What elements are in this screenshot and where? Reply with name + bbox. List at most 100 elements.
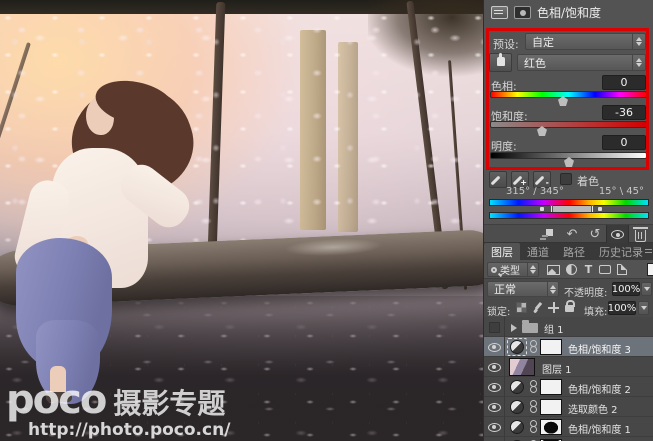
layer-name: 色相/饱和度 1	[568, 425, 631, 436]
expand-triangle-icon[interactable]	[511, 324, 517, 332]
eye-icon	[487, 402, 501, 412]
hue-slider[interactable]	[490, 91, 647, 98]
filter-kind-label: 类型	[500, 266, 520, 277]
layer-row-layer-1[interactable]: 图层 1	[484, 357, 653, 377]
visibility-well[interactable]	[484, 397, 505, 417]
stepper-icon	[632, 34, 645, 49]
filter-shape-layers-button[interactable]	[597, 263, 612, 276]
tab-layers[interactable]: 图层	[484, 243, 520, 260]
hue-value-input[interactable]: 0	[602, 75, 646, 90]
layer-list: 组 1 色相/饱和度 3 图层 1 色相/饱和度 2 选取颜色 2 色相/饱和度…	[484, 317, 653, 441]
visibility-well[interactable]	[484, 317, 505, 337]
toggle-visibility-button[interactable]	[606, 225, 629, 244]
layer-name: 选取颜色 2	[568, 405, 618, 416]
link-icon	[529, 340, 537, 354]
photoshop-workspace: poco 摄影专题 http://photo.poco.cn/ 色相/饱和度 预…	[0, 0, 653, 441]
filter-pixel-layers-button[interactable]	[546, 263, 561, 276]
reset-adjustment-button[interactable]: ↺	[585, 227, 605, 242]
right-panel: 色相/饱和度 预设: 自定 红色 色相: 0 饱和度: -36 明度: 0 + …	[483, 0, 653, 441]
eye-icon	[611, 230, 624, 239]
view-previous-state-button[interactable]: ↶	[562, 227, 582, 242]
lock-position-button[interactable]	[546, 301, 561, 314]
canvas-photo[interactable]: poco 摄影专题 http://photo.poco.cn/	[0, 0, 483, 441]
filter-toggle-swatch[interactable]	[647, 263, 653, 276]
filter-adjustment-layers-button[interactable]	[564, 263, 579, 276]
fill-stepper-button[interactable]	[638, 301, 649, 315]
layer-mask-thumbnail[interactable]	[540, 339, 562, 355]
adjustment-layer-icon[interactable]	[510, 380, 524, 394]
tab-history[interactable]: 历史记录	[592, 243, 650, 260]
opacity-stepper-button[interactable]	[641, 282, 652, 296]
targeted-adjustment-tool-button[interactable]	[489, 53, 512, 72]
visibility-well[interactable]	[484, 437, 505, 441]
smart-object-icon	[616, 264, 627, 275]
visibility-well[interactable]	[484, 357, 505, 377]
adjustment-layer-icon[interactable]	[510, 420, 524, 434]
hue-range-right: 15° \ 45°	[598, 186, 644, 197]
tab-paths[interactable]: 路径	[556, 243, 592, 260]
link-icon	[529, 420, 537, 434]
saturation-slider[interactable]	[490, 121, 647, 128]
eye-icon	[487, 422, 501, 432]
delete-adjustment-button[interactable]	[630, 227, 650, 242]
layer-row-hue-sat-3[interactable]: 色相/饱和度 3	[484, 337, 653, 357]
hue-spectrum-top	[489, 199, 649, 206]
watermark: poco 摄影专题 http://photo.poco.cn/	[6, 380, 230, 439]
filter-type-layers-button[interactable]: T	[581, 263, 596, 276]
visibility-well[interactable]	[484, 377, 505, 397]
filter-kind-dropdown[interactable]: 类型	[487, 262, 539, 277]
filter-smart-objects-button[interactable]	[614, 263, 629, 276]
channel-dropdown[interactable]: 红色	[517, 54, 646, 71]
layer-name: 图层 1	[542, 365, 572, 376]
layer-filter-row: 类型 T	[484, 260, 653, 279]
preset-label: 预设:	[493, 38, 519, 51]
clip-to-layer-button[interactable]	[536, 227, 556, 242]
hue-range-dot-right[interactable]	[598, 207, 602, 211]
visibility-well[interactable]	[484, 417, 505, 437]
opacity-value-input[interactable]: 100%	[612, 282, 640, 296]
hue-range-dot-left[interactable]	[540, 207, 544, 211]
lightness-value-input[interactable]: 0	[602, 135, 646, 150]
properties-panel-icon	[491, 5, 508, 19]
layer-row-group-1[interactable]: 组 1	[484, 317, 653, 337]
eyedropper-button[interactable]	[489, 171, 507, 188]
hue-spectrum-bottom	[489, 212, 649, 219]
preset-dropdown[interactable]: 自定	[525, 33, 646, 50]
adjustment-layer-icon[interactable]	[510, 340, 524, 354]
panel-menu-icon[interactable]	[645, 249, 652, 250]
adjustment-layer-icon[interactable]	[510, 400, 524, 414]
blend-row: 正常 不透明度: 100%	[484, 280, 653, 299]
layer-mask-thumbnail[interactable]	[540, 379, 562, 395]
visibility-well[interactable]	[484, 337, 505, 357]
trash-icon	[632, 227, 648, 242]
watermark-brand: poco	[6, 377, 107, 423]
layer-name: 组 1	[544, 325, 564, 336]
saturation-value-input[interactable]: -36	[602, 105, 646, 120]
lock-paint-button[interactable]	[530, 301, 545, 314]
eye-icon	[487, 382, 501, 392]
layer-row-hue-sat-2[interactable]: 色相/饱和度 2	[484, 377, 653, 397]
layer-mask-thumbnail[interactable]	[540, 419, 562, 435]
layer-thumbnail[interactable]	[509, 358, 535, 376]
layer-mask-thumbnail[interactable]	[540, 399, 562, 415]
search-icon	[491, 266, 497, 273]
layer-row-hue-sat-1[interactable]: 色相/饱和度 1	[484, 417, 653, 437]
tab-channels[interactable]: 通道	[520, 243, 556, 260]
colorize-label: 着色	[577, 175, 599, 188]
lock-transparency-button[interactable]	[514, 301, 529, 314]
eye-icon	[487, 362, 501, 372]
adjustment-icon	[566, 264, 577, 275]
layer-row-brightness-contrast-1[interactable]: 亮度/对比度 1	[484, 437, 653, 441]
layer-row-selective-color-2[interactable]: 选取颜色 2	[484, 397, 653, 417]
properties-panel: 色相/饱和度 预设: 自定 红色 色相: 0 饱和度: -36 明度: 0 + …	[484, 0, 653, 244]
lock-label: 锁定:	[487, 307, 511, 318]
lock-all-button[interactable]	[562, 299, 577, 312]
hand-icon	[497, 53, 505, 66]
watermark-url: http://photo.poco.cn/	[28, 420, 231, 440]
eye-icon	[487, 342, 501, 352]
colorize-checkbox[interactable]	[560, 173, 572, 185]
link-icon	[529, 380, 537, 394]
hue-range-left: 315° / 345°	[506, 186, 564, 197]
blend-mode-dropdown[interactable]: 正常	[487, 281, 559, 297]
fill-value-input[interactable]: 100%	[608, 301, 636, 315]
